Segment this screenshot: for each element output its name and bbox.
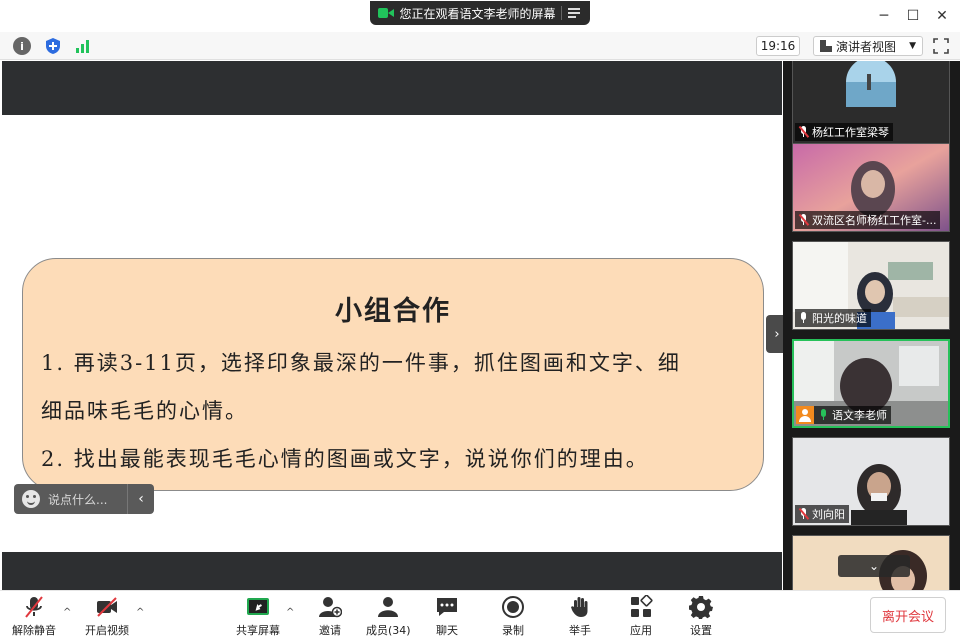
- record-icon: [501, 595, 525, 619]
- share-screen-icon: [246, 595, 270, 619]
- meeting-info-bar: i 19:16 演讲者视图 ▼: [0, 32, 960, 60]
- meeting-window: 您正在观看语文李老师的屏幕 ─ ☐ ✕ i 19:16 演讲者视图 ▼ 小组合作…: [0, 0, 960, 640]
- video-off-icon: [95, 595, 119, 619]
- participant-tile[interactable]: 阳光的味道: [792, 241, 950, 330]
- emoji-icon[interactable]: [22, 490, 40, 508]
- apps-button[interactable]: 应用: [629, 594, 653, 639]
- maximize-button[interactable]: ☐: [903, 6, 923, 26]
- video-options-chevron-icon[interactable]: ^: [136, 607, 144, 618]
- slide-line-2: 细品味毛毛的心情。: [41, 399, 248, 423]
- gear-icon: [689, 595, 713, 619]
- network-signal-icon[interactable]: [74, 37, 92, 55]
- close-button[interactable]: ✕: [932, 6, 952, 26]
- host-avatar-icon: [796, 406, 814, 424]
- video-camera-icon: [378, 7, 394, 19]
- participant-name-tag: 语文李老师: [796, 406, 891, 424]
- slide-content-box: 小组合作 1. 再读3-11页，选择印象最深的一件事，抓住图画和文字、细 细品味…: [22, 258, 764, 491]
- invite-button[interactable]: 邀请: [318, 595, 343, 639]
- hand-icon: [568, 595, 592, 619]
- participant-tile[interactable]: 双流区名师杨红工作室-...: [792, 143, 950, 232]
- participant-name-tag: 阳光的味道: [795, 309, 871, 327]
- mic-muted-icon: [798, 214, 808, 226]
- participant-name-tag: 杨红工作室梁琴: [795, 123, 893, 141]
- security-shield-icon[interactable]: [44, 37, 62, 55]
- chat-bubble-icon: [435, 595, 459, 619]
- info-icon[interactable]: i: [13, 37, 31, 55]
- mic-icon: [818, 409, 828, 421]
- participants-button[interactable]: 成员(34): [366, 595, 411, 639]
- slide-line-1: 1. 再读3-11页，选择印象最深的一件事，抓住图画和文字、细: [41, 351, 681, 375]
- shared-screen: 小组合作 1. 再读3-11页，选择印象最深的一件事，抓住图画和文字、细 细品味…: [2, 61, 782, 590]
- speaker-view-icon: [820, 40, 832, 52]
- settings-button[interactable]: 设置: [689, 595, 713, 639]
- audio-options-chevron-icon[interactable]: ^: [63, 607, 71, 618]
- chat-button[interactable]: 聊天: [435, 595, 459, 639]
- collapse-chat-icon[interactable]: ‹: [128, 491, 154, 507]
- quick-chat-input[interactable]: 说点什么...: [48, 491, 107, 508]
- slide-title: 小组合作: [335, 296, 451, 327]
- participant-name-tag: 刘向阳: [795, 505, 849, 523]
- raise-hand-button[interactable]: 举手: [568, 595, 592, 639]
- mic-icon: [798, 312, 808, 324]
- meeting-timer: 19:16: [756, 36, 800, 56]
- participant-tile[interactable]: 杨红工作室梁琴: [792, 61, 950, 144]
- participant-name-tag: 双流区名师杨红工作室-...: [795, 211, 941, 229]
- screen-share-banner[interactable]: 您正在观看语文李老师的屏幕: [370, 1, 590, 25]
- record-button[interactable]: 录制: [501, 595, 525, 639]
- start-video-button[interactable]: 开启视频: [85, 595, 129, 639]
- mic-muted-icon: [798, 126, 808, 138]
- share-banner-text: 您正在观看语文李老师的屏幕: [399, 6, 556, 21]
- participant-tile-active-speaker[interactable]: 语文李老师: [792, 339, 950, 428]
- scroll-down-button[interactable]: ⌄: [838, 555, 910, 577]
- chevron-down-icon: ▼: [909, 41, 916, 51]
- title-bar: 您正在观看语文李老师的屏幕 ─ ☐ ✕: [0, 0, 960, 32]
- fullscreen-icon[interactable]: [933, 38, 949, 54]
- apps-grid-icon: [629, 594, 653, 619]
- share-options-chevron-icon[interactable]: ^: [286, 607, 294, 618]
- view-mode-label: 演讲者视图: [836, 39, 897, 54]
- meeting-toolbar: 解除静音 ^ 开启视频 ^ 共享屏幕 ^ 邀请 成员(34) 聊天 录制 举手 …: [0, 590, 960, 640]
- minimize-button[interactable]: ─: [874, 6, 894, 26]
- mic-muted-icon: [22, 595, 46, 619]
- share-screen-button[interactable]: 共享屏幕: [236, 595, 280, 639]
- add-person-icon: [318, 595, 343, 619]
- participant-tile[interactable]: 刘向阳: [792, 437, 950, 526]
- leave-meeting-button[interactable]: 离开会议: [870, 597, 946, 633]
- mic-muted-icon: [798, 508, 808, 520]
- unmute-button[interactable]: 解除静音: [12, 595, 56, 639]
- participant-gallery: 杨红工作室梁琴 双流区名师杨红工作室-... 阳光的味道 语文李老师 刘向阳 ⌄: [783, 61, 960, 590]
- slide-line-3: 2. 找出最能表现毛毛心情的图画或文字，说说你们的理由。: [41, 447, 649, 471]
- share-options-menu-icon[interactable]: [568, 7, 582, 19]
- view-mode-dropdown[interactable]: 演讲者视图 ▼: [813, 36, 923, 56]
- quick-chat-bar[interactable]: 说点什么... ‹: [14, 484, 154, 514]
- people-icon: [376, 595, 400, 619]
